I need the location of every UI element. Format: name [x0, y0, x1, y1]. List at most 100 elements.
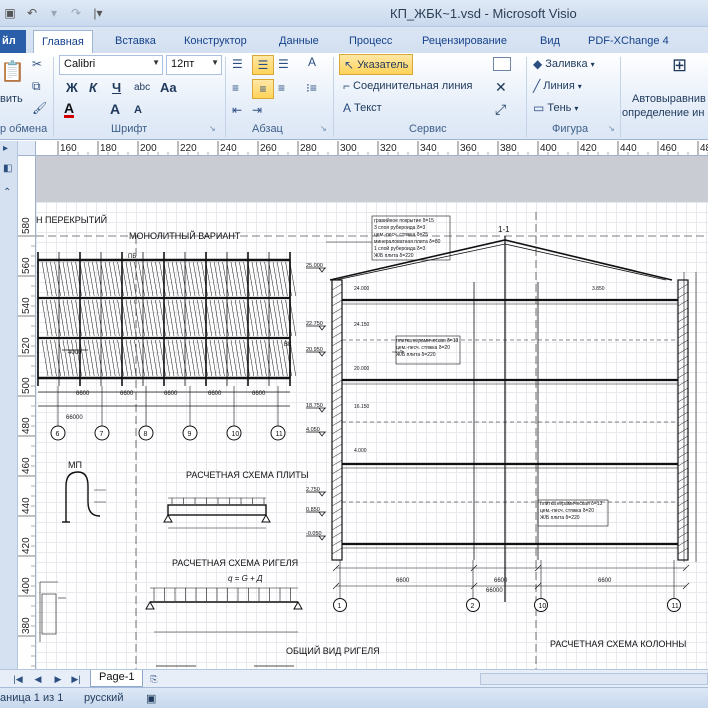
roof-legend-line: 3 слоя рубероида δ=3 — [374, 225, 426, 231]
tab-review[interactable]: Рецензирование — [414, 30, 515, 53]
tab-data[interactable]: Данные — [271, 30, 327, 53]
increase-indent-icon[interactable]: ⇥ — [252, 103, 262, 117]
ribbon: 📋 вить ✂ ⧉ 🖌 р обмена Calibri ▼ 12пт ▼ Ж К… — [0, 53, 708, 140]
text-style-button[interactable]: abc — [134, 82, 150, 93]
wall-hatch-line — [677, 299, 689, 307]
bullets-icon[interactable]: ⁝≡ — [306, 81, 317, 95]
beam-scheme-title: РАСЧЕТНАЯ СХЕМА РИГЕЛЯ — [172, 558, 298, 568]
horizontal-scrollbar[interactable] — [480, 673, 708, 685]
expand-up-icon[interactable]: ⌃ — [3, 187, 11, 198]
section-axis-label: 2 — [471, 603, 475, 610]
separator — [333, 57, 334, 137]
tab-process[interactable]: Процесс — [341, 30, 400, 53]
tab-file[interactable]: йл — [0, 30, 26, 53]
save-icon[interactable]: ▣ — [0, 3, 20, 23]
ribbon-tabs: йл Главная Вставка Конструктор Данные Пр… — [0, 27, 708, 53]
next-page-icon[interactable]: ▶ — [52, 672, 64, 686]
close-tool-icon[interactable]: ✕ — [495, 79, 507, 96]
tab-view[interactable]: Вид — [532, 30, 568, 53]
align-right-icon[interactable]: ≡ — [278, 81, 285, 95]
underline-button[interactable]: Ч — [112, 80, 121, 95]
fill-button[interactable]: ◆ Заливка ▾ — [533, 57, 595, 71]
technical-drawing: 6 7 8 9 10 11 1 2 10 11 Н ПЕРЕКРЫТИЙ МОН… — [36, 212, 708, 669]
wall-hatch-line — [677, 451, 689, 459]
tab-design[interactable]: Конструктор — [176, 30, 255, 53]
macro-icon[interactable]: ▣ — [146, 692, 156, 705]
undo-dropdown-icon[interactable]: ▾ — [44, 3, 64, 23]
font-size-combo[interactable]: 12пт ▼ — [166, 55, 222, 75]
page-tab[interactable]: Page-1 — [90, 670, 144, 687]
elevation-label: 2.750 — [306, 487, 320, 493]
plan-width: 4000 — [68, 350, 82, 356]
drawing-page[interactable]: 6 7 8 9 10 11 1 2 10 11 Н ПЕРЕКРЫТИЙ МОН… — [36, 202, 708, 669]
pointer-tool-button[interactable]: ↖ Указатель — [339, 54, 414, 75]
expand-panel-icon[interactable]: ▸ — [3, 143, 8, 154]
wall-hatch-line — [331, 507, 343, 515]
language-status[interactable]: русский — [84, 692, 123, 704]
page-tabs-bar: |◀ ◀ ▶ ▶| Page-1 ⎘ — [0, 669, 708, 687]
align-left-icon[interactable]: ≡ — [232, 81, 239, 95]
change-case-button[interactable]: Aa — [160, 80, 177, 95]
shape-dialog-launcher-icon[interactable]: ↘ — [608, 124, 618, 134]
font-group-label: Шрифт — [111, 123, 148, 135]
wall-hatch-line — [331, 291, 343, 299]
shrink-font-button[interactable]: A — [134, 104, 142, 116]
plan-total: 66000 — [66, 415, 83, 421]
wall-hatch-line — [331, 347, 343, 355]
tab-insert[interactable]: Вставка — [107, 30, 164, 53]
paste-icon[interactable]: 📋 — [0, 59, 25, 84]
auto-align-button[interactable]: Автовыравнив — [632, 93, 706, 105]
wall-hatch-line — [331, 331, 343, 339]
plan-pb: ПБ — [128, 254, 136, 260]
vruler-label: 580 — [21, 217, 32, 234]
wall-hatch-line — [331, 395, 343, 403]
decrease-indent-icon[interactable]: ⇤ — [232, 103, 242, 117]
font-dialog-launcher-icon[interactable]: ↘ — [209, 124, 219, 134]
format-painter-icon[interactable]: 🖌 — [32, 101, 47, 115]
undo-icon[interactable]: ↶ — [22, 3, 42, 23]
tab-home[interactable]: Главная — [33, 30, 93, 53]
prev-page-icon[interactable]: ◀ — [32, 672, 44, 686]
hruler-label: 180 — [100, 143, 117, 154]
insert-page-icon[interactable]: ⎘ — [148, 672, 160, 686]
align-top-icon[interactable]: ☰ — [232, 57, 243, 71]
page-number-status[interactable]: аница 1 из 1 — [0, 692, 63, 704]
vertical-ruler[interactable]: 580 560 540 520 500 480 460 440 420 400 380 — [18, 156, 36, 669]
shadow-button[interactable]: ▭ Тень ▾ — [533, 101, 578, 115]
italic-button[interactable]: К — [89, 80, 97, 95]
line-button[interactable]: ╱ Линия ▾ — [533, 79, 582, 93]
font-color-button[interactable]: A — [64, 101, 75, 118]
bold-button[interactable]: Ж — [66, 80, 78, 95]
grow-font-button[interactable]: A — [110, 101, 120, 117]
align-center-icon[interactable]: ≡ — [252, 79, 274, 99]
auto-align-button-line2[interactable]: определение ин — [622, 107, 704, 119]
font-name-combo[interactable]: Calibri ▼ — [59, 55, 163, 75]
wall-hatch-line — [331, 339, 343, 347]
hruler-label: 360 — [460, 143, 477, 154]
text-tool-button[interactable]: A Текст — [343, 101, 382, 115]
first-page-icon[interactable]: |◀ — [12, 672, 24, 686]
align-middle-icon[interactable]: ☰ — [252, 55, 274, 75]
shapes-icon[interactable]: ◧ — [3, 163, 12, 174]
horizontal-ruler[interactable]: 160 180 200 220 240 260 280 300 320 340 360 380 400 4… — [36, 141, 708, 156]
connector-tool-button[interactable]: ⌐ Соединительная линия — [343, 79, 473, 93]
paste-button[interactable]: вить — [0, 93, 23, 105]
plan-vk: ВК — [284, 342, 292, 348]
wall-hatch-line — [677, 307, 689, 315]
auto-align-icon[interactable]: ⊞ — [672, 55, 687, 76]
align-bottom-icon[interactable]: ☰ — [278, 57, 289, 71]
rectangle-tool-icon[interactable] — [493, 57, 511, 71]
text-direction-icon[interactable]: A — [308, 55, 316, 69]
redo-icon[interactable]: ↷ — [66, 3, 86, 23]
last-page-icon[interactable]: ▶| — [70, 672, 82, 686]
floor-plan — [37, 252, 297, 407]
cut-icon[interactable]: ✂ — [32, 57, 42, 71]
elevation-inner-label: 20.000 — [354, 366, 370, 372]
paragraph-dialog-launcher-icon[interactable]: ↘ — [320, 124, 330, 134]
qat-customize-icon[interactable]: |▾ — [88, 3, 108, 23]
copy-icon[interactable]: ⧉ — [32, 79, 41, 94]
tab-pdf-xchange[interactable]: PDF-XChange 4 — [580, 30, 677, 53]
connection-point-icon[interactable]: ⤢ — [495, 101, 506, 118]
shapes-panel-collapsed[interactable]: ▸ ◧ ⌃ — [0, 141, 18, 669]
title-bar: ▣ ↶ ▾ ↷ |▾ КП_ЖБК~1.vsd - Microsoft Visi… — [0, 0, 708, 27]
